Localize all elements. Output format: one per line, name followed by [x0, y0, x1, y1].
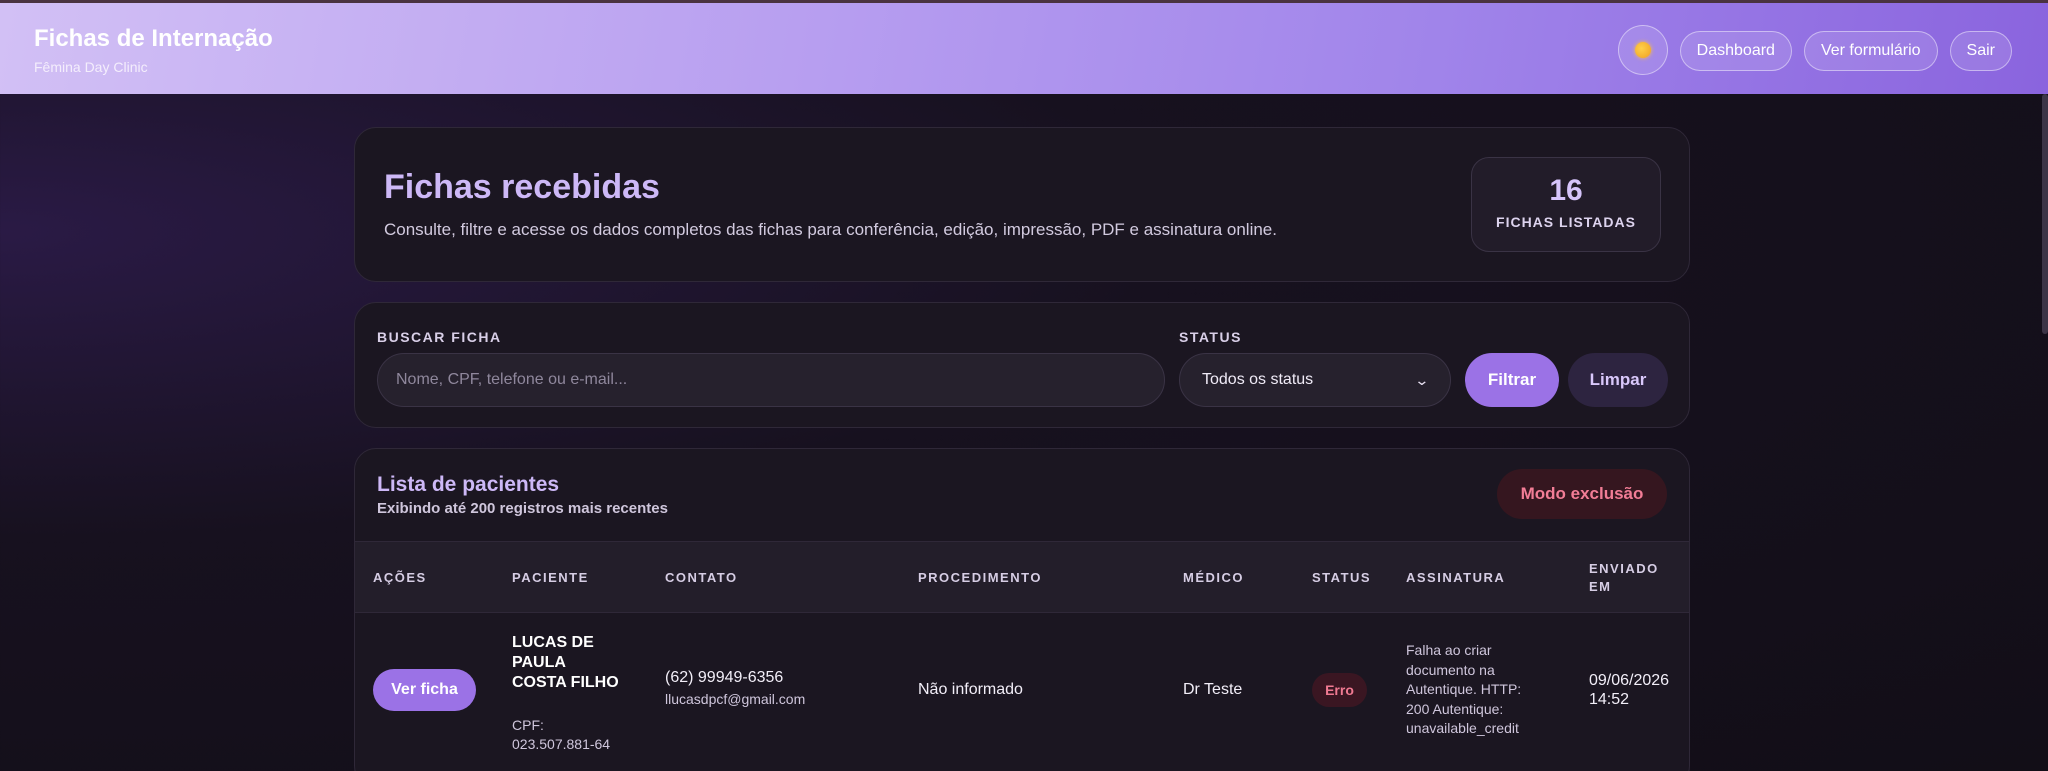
records-count-label: FICHAS LISTADAS — [1496, 214, 1636, 230]
status-badge: Erro — [1312, 673, 1367, 707]
patient-cpf: CPF: 023.507.881-64 — [512, 717, 611, 752]
list-title: Lista de pacientes — [377, 473, 560, 496]
filter-button[interactable]: Filtrar — [1465, 353, 1559, 407]
sun-icon — [1634, 42, 1651, 58]
sent-at-value: 09/06/2026 14:52 — [1589, 672, 1670, 708]
procedure-value: Não informado — [918, 681, 1023, 698]
app-title: Fichas de Internação — [34, 25, 273, 52]
app-subtitle: Fêmina Day Clinic — [34, 59, 148, 75]
column-header-status: STATUS — [1312, 570, 1372, 585]
column-header-actions: AÇÕES — [373, 570, 427, 585]
column-header-signature: ASSINATURA — [1406, 570, 1506, 585]
filters-card: BUSCAR FICHA STATUS Todos os status ⌄ Fi… — [354, 302, 1690, 428]
page-scrollbar[interactable] — [2042, 94, 2048, 334]
records-count-box: 16 FICHAS LISTADAS — [1471, 157, 1661, 252]
column-header-patient: PACIENTE — [512, 570, 589, 585]
signature-message: Falha ao criar documento na Autentique. … — [1406, 642, 1522, 736]
top-header: Fichas de Internação Fêmina Day Clinic D… — [0, 0, 2048, 94]
patient-phone: (62) 99949-6356 — [665, 669, 784, 686]
status-label: STATUS — [1179, 329, 1242, 345]
list-subtitle: Exibindo até 200 registros mais recentes — [377, 500, 668, 517]
column-header-procedure: PROCEDIMENTO — [918, 570, 1042, 585]
page-title: Fichas recebidas — [384, 168, 660, 206]
header-actions: Dashboard Ver formulário Sair — [1617, 25, 2012, 75]
theme-toggle-button[interactable] — [1617, 25, 1668, 75]
table-header: AÇÕES PACIENTE CONTATO PROCEDIMENTO MÉDI… — [355, 541, 1689, 613]
table-row: Ver ficha LUCAS DE PAULA COSTA FILHO CPF… — [355, 613, 1689, 771]
dashboard-button[interactable]: Dashboard — [1679, 31, 1792, 71]
summary-card: Fichas recebidas Consulte, filtre e aces… — [354, 127, 1690, 282]
view-record-button[interactable]: Ver ficha — [373, 669, 476, 711]
patient-name: LUCAS DE PAULA COSTA FILHO — [512, 634, 619, 691]
view-form-button[interactable]: Ver formulário — [1803, 31, 1938, 71]
column-header-contact: CONTATO — [665, 570, 738, 585]
records-count: 16 — [1549, 174, 1583, 207]
column-header-doctor: MÉDICO — [1183, 570, 1244, 585]
patients-list-card: Lista de pacientes Exibindo até 200 regi… — [354, 448, 1690, 771]
doctor-value: Dr Teste — [1183, 681, 1243, 698]
search-input[interactable] — [377, 353, 1165, 407]
patient-email: llucasdpcf@gmail.com — [665, 691, 806, 707]
status-select[interactable]: Todos os status ⌄ — [1179, 353, 1451, 407]
column-header-sent-at: ENVIADO EM — [1589, 561, 1659, 594]
search-label: BUSCAR FICHA — [377, 329, 502, 345]
clear-button[interactable]: Limpar — [1568, 353, 1668, 407]
logout-button[interactable]: Sair — [1949, 31, 2012, 71]
delete-mode-button[interactable]: Modo exclusão — [1497, 469, 1667, 519]
page-description: Consulte, filtre e acesse os dados compl… — [384, 220, 1277, 239]
chevron-down-icon: ⌄ — [1414, 371, 1430, 388]
status-selected-value: Todos os status — [1202, 371, 1314, 388]
